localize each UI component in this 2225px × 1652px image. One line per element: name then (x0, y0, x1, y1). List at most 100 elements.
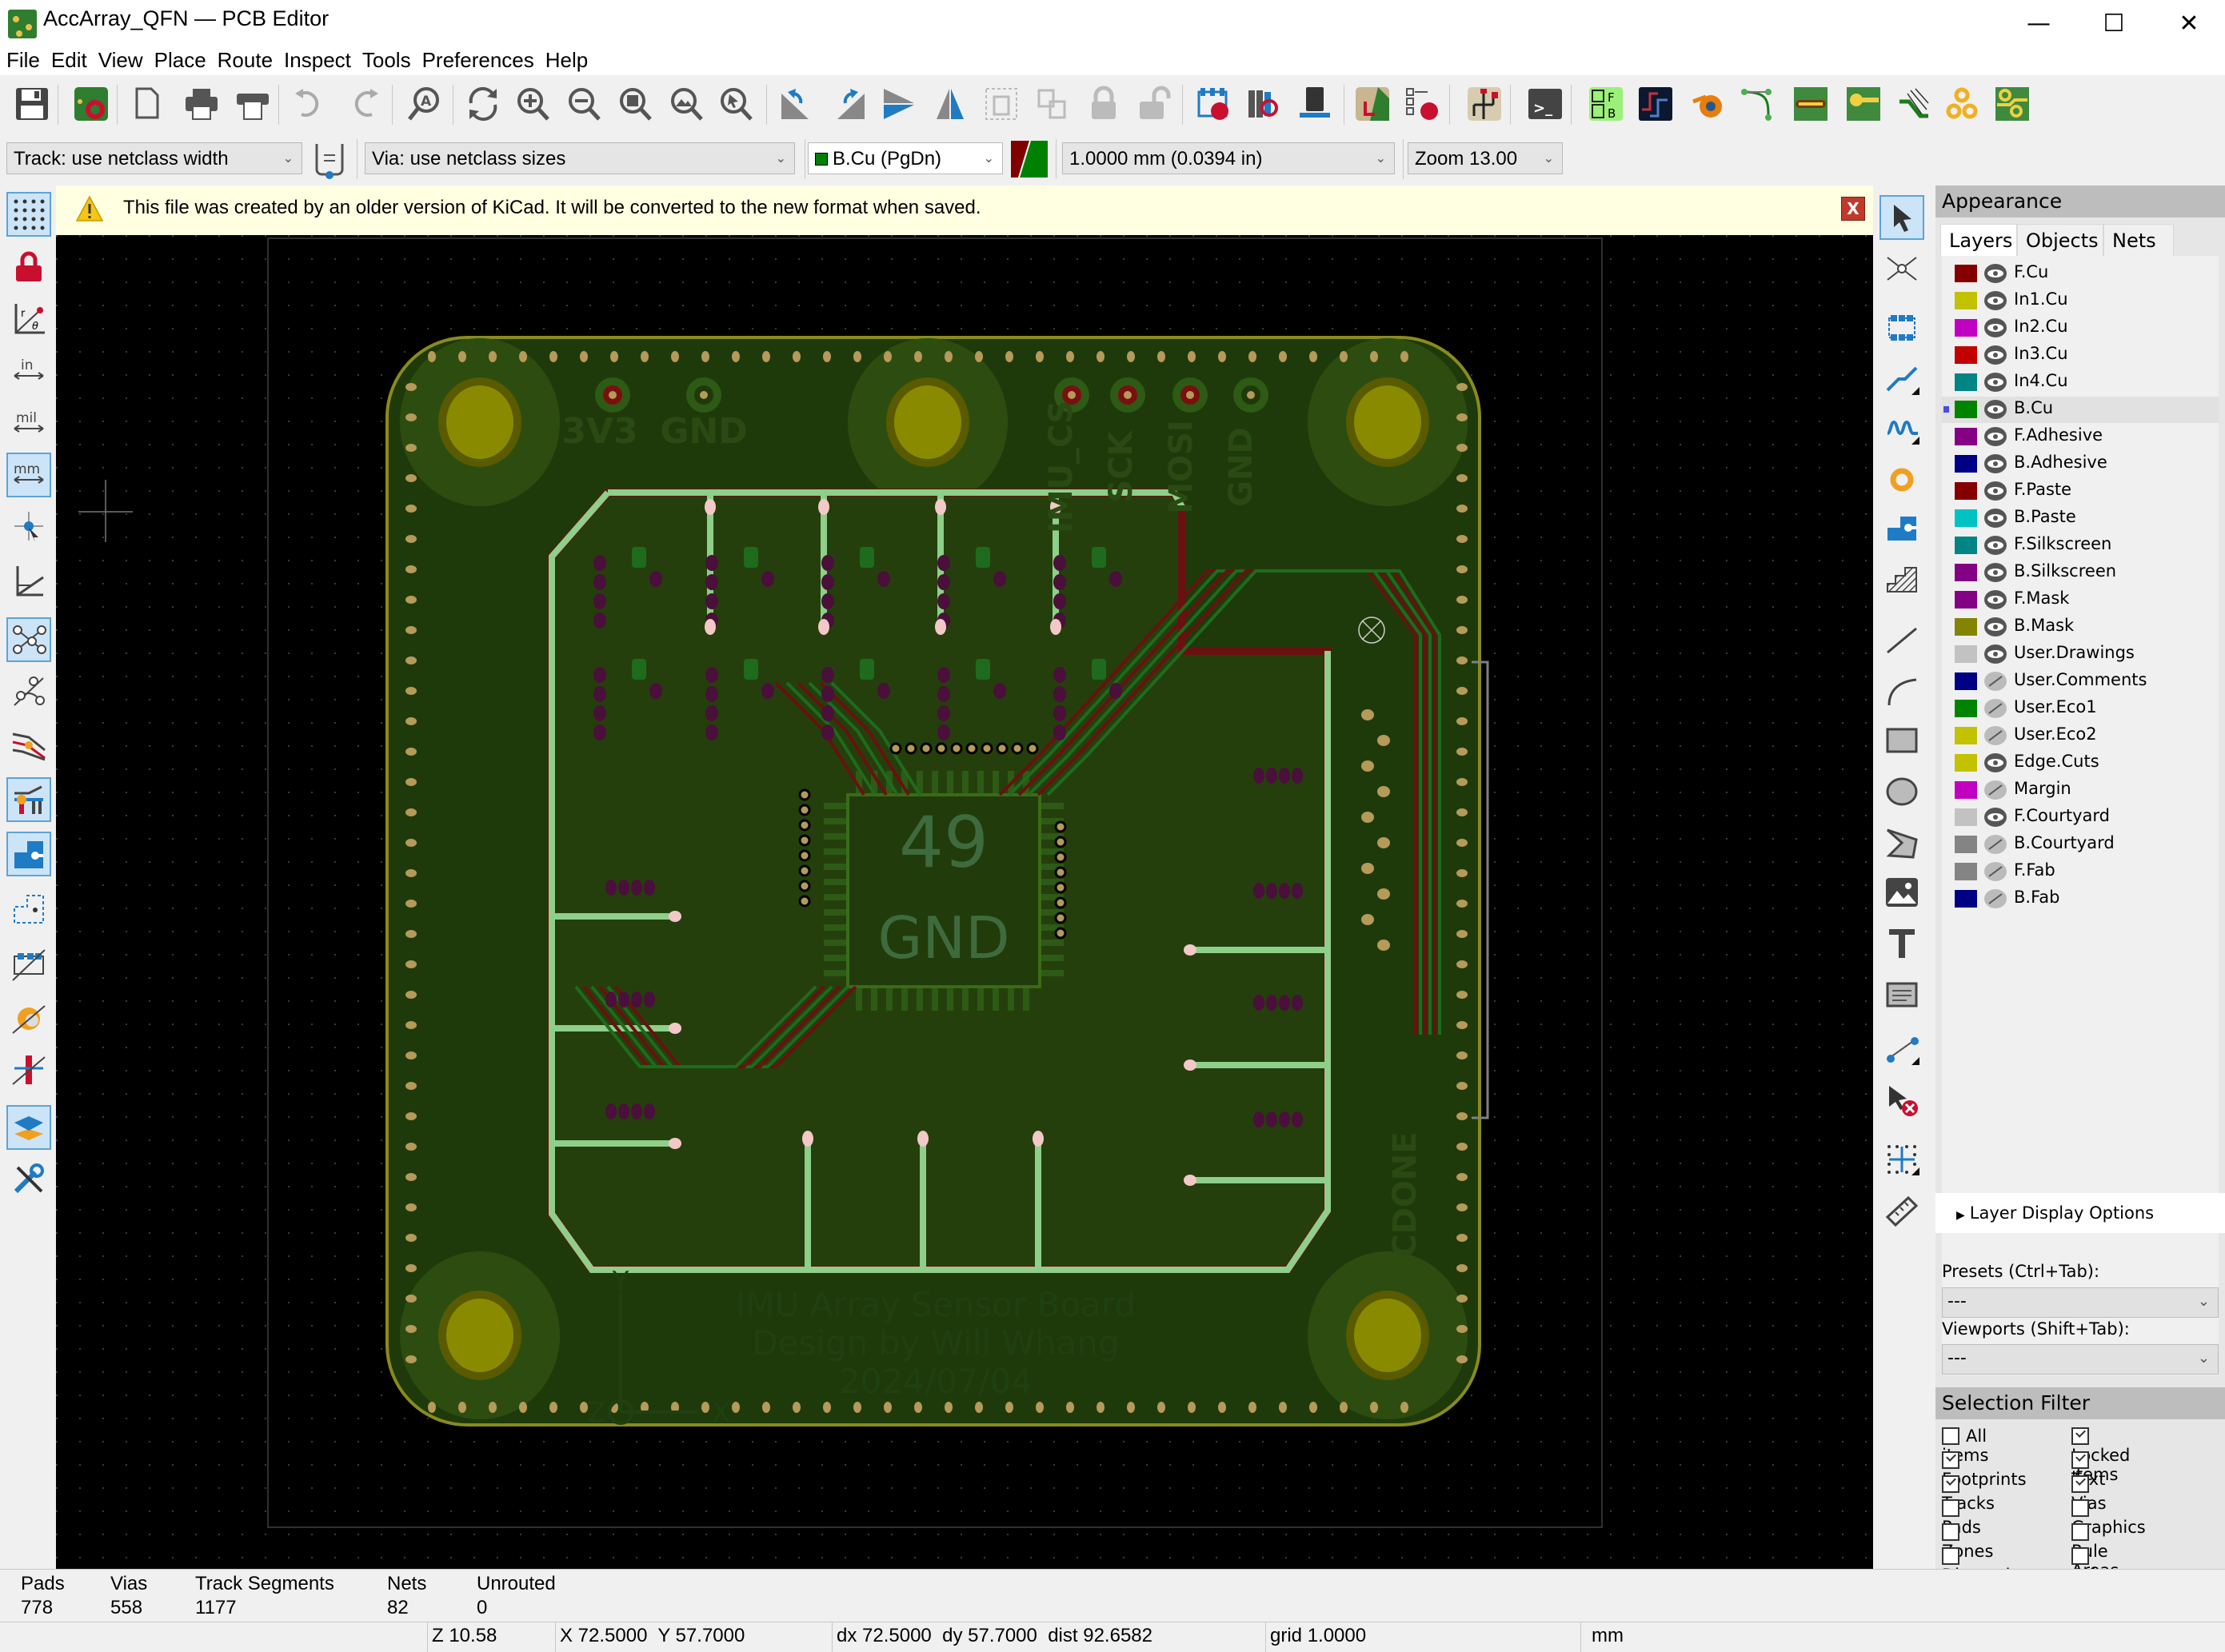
rotate-cw-icon[interactable] (829, 83, 870, 125)
select-icon[interactable] (1879, 195, 1924, 240)
zone-outline-icon[interactable] (6, 886, 51, 931)
layer-row[interactable]: User.Comments (1942, 668, 2219, 695)
add-textbox-icon[interactable] (1879, 972, 1924, 1017)
layer-color-swatch[interactable] (1955, 645, 1977, 663)
layer-color-swatch[interactable] (1955, 890, 1977, 908)
via-stitch-icon[interactable] (1843, 83, 1884, 125)
checkbox-icon[interactable] (1942, 1451, 1959, 1469)
add-via-icon[interactable] (1879, 457, 1924, 502)
redo-icon[interactable] (344, 83, 385, 125)
cursor-full-crosshair-icon[interactable] (6, 505, 51, 550)
checkbox-icon[interactable] (1942, 1547, 1959, 1565)
eye-visible-icon[interactable] (1983, 317, 2007, 339)
layer-color-swatch[interactable] (1955, 591, 1977, 609)
grid-lock-icon[interactable] (6, 245, 51, 289)
filter-pads-checkbox[interactable]: Pads (1942, 1498, 1981, 1537)
eye-visible-icon[interactable] (1983, 806, 2007, 828)
footprint-editor-icon[interactable] (1192, 83, 1233, 125)
tab-layers[interactable]: Layers (1940, 224, 2017, 256)
zoom-fit-objects-icon[interactable] (665, 83, 707, 125)
curved-ratsnest-icon[interactable] (6, 668, 51, 713)
filter-rule-areas-checkbox[interactable]: Rule Areas (2071, 1522, 2119, 1580)
eye-hidden-icon[interactable] (1983, 779, 2007, 801)
scripting-console-icon[interactable]: >_ (1524, 83, 1566, 125)
layer-color-swatch[interactable] (1955, 672, 1977, 690)
via-sketch-icon[interactable] (6, 1047, 51, 1092)
menu-inspect[interactable]: Inspect (278, 46, 356, 73)
undo-icon[interactable] (288, 83, 330, 125)
layer-row[interactable]: F.Paste (1942, 478, 2219, 505)
layer-row[interactable]: In3.Cu (1942, 342, 2219, 369)
layer-row[interactable]: B.Mask (1942, 614, 2219, 640)
layer-pair-swatch-icon[interactable] (1011, 140, 1048, 178)
checkbox-icon[interactable] (1942, 1523, 1959, 1541)
menu-tools[interactable]: Tools (356, 46, 416, 73)
polar-coords-icon[interactable]: rθ (6, 296, 51, 341)
eye-visible-icon[interactable] (1983, 643, 2007, 665)
eye-hidden-icon[interactable] (1983, 724, 2007, 747)
layer-color-swatch[interactable] (1955, 455, 1977, 473)
layer-row[interactable]: F.Silkscreen (1942, 533, 2219, 559)
tab-nets[interactable]: Nets (2103, 224, 2174, 256)
route-drc-icon[interactable] (1352, 83, 1393, 125)
layer-row[interactable]: In4.Cu (1942, 369, 2219, 396)
bezier-icon[interactable] (1737, 83, 1779, 125)
layer-color-swatch[interactable] (1955, 265, 1977, 282)
ratsnest-icon[interactable] (6, 617, 51, 662)
checkbox-icon[interactable] (2071, 1547, 2089, 1565)
eye-hidden-icon[interactable] (1983, 697, 2007, 720)
eye-hidden-icon[interactable] (1983, 833, 2007, 856)
eye-visible-icon[interactable] (1983, 262, 2007, 285)
layer-row[interactable]: Margin (1942, 777, 2219, 804)
layer-color-swatch[interactable] (1955, 292, 1977, 309)
update-pcb-icon[interactable] (1294, 83, 1336, 125)
filter-text-checkbox[interactable]: Text (2071, 1450, 2105, 1489)
minimize-button[interactable]: — (2001, 0, 2076, 46)
layer-row[interactable]: B.Silkscreen (1942, 560, 2219, 586)
tune-length-icon[interactable] (1879, 406, 1924, 451)
units-mm-icon[interactable]: mm (6, 453, 51, 497)
filter-graphics-checkbox[interactable]: Graphics (2071, 1498, 2146, 1537)
layer-color-swatch[interactable] (1955, 509, 1977, 527)
draw-polygon-icon[interactable] (1879, 820, 1924, 865)
unlock-icon[interactable] (1132, 83, 1174, 125)
layer-row[interactable]: User.Drawings (1942, 641, 2219, 668)
flip-icon[interactable] (878, 83, 920, 125)
layer-color-swatch[interactable] (1955, 482, 1977, 500)
schematic-icon[interactable] (1464, 83, 1505, 125)
ungroup-icon[interactable] (1032, 83, 1073, 125)
drc-icon[interactable] (1401, 83, 1443, 125)
redraw-icon[interactable] (462, 83, 504, 125)
layer-color-swatch[interactable] (1955, 781, 1977, 799)
find-icon[interactable]: A (403, 83, 445, 125)
eye-visible-icon[interactable] (1983, 534, 2007, 557)
mirror-icon[interactable] (929, 83, 971, 125)
layer-row[interactable]: F.Cu (1942, 261, 2219, 287)
zone-fill-icon[interactable] (6, 832, 51, 876)
layer-row[interactable]: F.Mask (1942, 587, 2219, 613)
checkbox-icon[interactable] (2071, 1499, 2089, 1517)
layer-color-swatch[interactable] (1955, 754, 1977, 772)
eye-visible-icon[interactable] (1983, 507, 2007, 529)
eye-visible-icon[interactable] (1983, 425, 2007, 448)
pcb-canvas[interactable]: 49 GND 3V3 GND IMU_CS SCK MOSI GND CDONE… (56, 235, 1873, 1569)
tab-objects[interactable]: Objects (2017, 224, 2103, 256)
layer-color-swatch[interactable] (1955, 700, 1977, 717)
grid-origin-icon[interactable] (1879, 1137, 1924, 1182)
maximize-button[interactable]: ☐ (2076, 0, 2151, 46)
add-text-icon[interactable] (1879, 921, 1924, 966)
active-layer-select[interactable]: B.Cu (PgDn) ⌄ (808, 142, 1003, 174)
filter-footprints-checkbox[interactable]: Footprints (1942, 1450, 2027, 1489)
plot-icon[interactable] (232, 83, 274, 125)
draw-arc-icon[interactable] (1879, 668, 1924, 713)
footprint-browser-icon[interactable] (1243, 83, 1284, 125)
eye-visible-icon[interactable] (1983, 398, 2007, 421)
grid-toggle-icon[interactable] (6, 192, 51, 237)
show-tracks-icon[interactable] (6, 777, 51, 822)
filter-all-items-checkbox[interactable]: All items (1942, 1427, 1988, 1465)
route-track-icon[interactable] (1879, 357, 1924, 401)
checkbox-icon[interactable] (1942, 1427, 1959, 1445)
layer-row[interactable]: B.Cu (1942, 397, 2219, 423)
layer-color-swatch[interactable] (1955, 346, 1977, 364)
layer-row[interactable]: F.Adhesive (1942, 424, 2219, 450)
